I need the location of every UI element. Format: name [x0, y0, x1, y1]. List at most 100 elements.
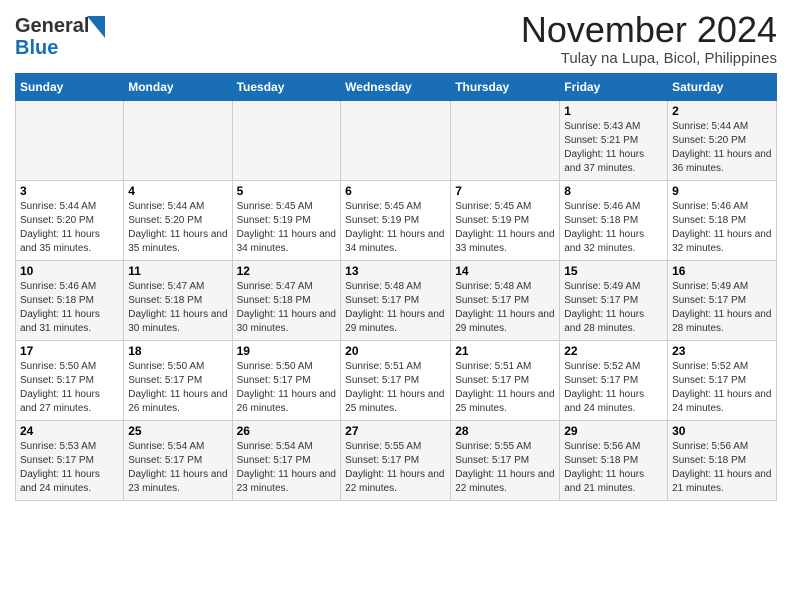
- calendar-day-cell: 14 Sunrise: 5:48 AM Sunset: 5:17 PM Dayli…: [451, 260, 560, 340]
- day-info: Sunrise: 5:49 AM Sunset: 5:17 PM Dayligh…: [672, 280, 772, 336]
- calendar-day-cell: 16 Sunrise: 5:49 AM Sunset: 5:17 PM Dayli…: [668, 260, 777, 340]
- day-number: 6: [345, 184, 446, 198]
- calendar-day-cell: 29 Sunrise: 5:56 AM Sunset: 5:18 PM Dayli…: [560, 420, 668, 500]
- day-info: Sunrise: 5:46 AM Sunset: 5:18 PM Dayligh…: [672, 200, 772, 256]
- calendar-day-cell: [232, 100, 341, 180]
- calendar-day-cell: [341, 100, 451, 180]
- calendar-day-cell: 4 Sunrise: 5:44 AM Sunset: 5:20 PM Daylig…: [124, 180, 232, 260]
- svg-text:General: General: [15, 15, 89, 37]
- month-title: November 2024: [521, 10, 777, 50]
- calendar-day-cell: [124, 100, 232, 180]
- day-info: Sunrise: 5:54 AM Sunset: 5:17 PM Dayligh…: [237, 440, 337, 496]
- day-info: Sunrise: 5:51 AM Sunset: 5:17 PM Dayligh…: [345, 360, 446, 416]
- calendar-day-cell: 24 Sunrise: 5:53 AM Sunset: 5:17 PM Dayli…: [16, 420, 124, 500]
- day-number: 8: [564, 184, 663, 198]
- day-info: Sunrise: 5:45 AM Sunset: 5:19 PM Dayligh…: [237, 200, 337, 256]
- calendar-day-cell: 28Sunrise: 5:55 AM Sunset: 5:17 PM Dayli…: [451, 420, 560, 500]
- day-of-week-header: Friday: [560, 73, 668, 100]
- calendar-week-row: 24 Sunrise: 5:53 AM Sunset: 5:17 PM Dayli…: [16, 420, 777, 500]
- calendar-week-row: 10 Sunrise: 5:46 AM Sunset: 5:18 PM Dayli…: [16, 260, 777, 340]
- calendar-day-cell: 12 Sunrise: 5:47 AM Sunset: 5:18 PM Dayli…: [232, 260, 341, 340]
- day-info: Sunrise: 5:47 AM Sunset: 5:18 PM Dayligh…: [128, 280, 227, 336]
- calendar-day-cell: 10 Sunrise: 5:46 AM Sunset: 5:18 PM Dayli…: [16, 260, 124, 340]
- day-of-week-header: Monday: [124, 73, 232, 100]
- day-info: Sunrise: 5:44 AM Sunset: 5:20 PM Dayligh…: [672, 120, 772, 176]
- day-number: 3: [20, 184, 119, 198]
- day-number: 23: [672, 344, 772, 358]
- calendar-day-cell: 5 Sunrise: 5:45 AM Sunset: 5:19 PM Daylig…: [232, 180, 341, 260]
- day-info: Sunrise: 5:53 AM Sunset: 5:17 PM Dayligh…: [20, 440, 119, 496]
- calendar-week-row: 3 Sunrise: 5:44 AM Sunset: 5:20 PM Daylig…: [16, 180, 777, 260]
- calendar-week-row: 1 Sunrise: 5:43 AM Sunset: 5:21 PM Daylig…: [16, 100, 777, 180]
- day-number: 21: [455, 344, 555, 358]
- day-of-week-header: Tuesday: [232, 73, 341, 100]
- day-number: 10: [20, 264, 119, 278]
- day-number: 26: [237, 424, 337, 438]
- day-info: Sunrise: 5:50 AM Sunset: 5:17 PM Dayligh…: [128, 360, 227, 416]
- title-section: November 2024 Tulay na Lupa, Bicol, Phil…: [521, 10, 777, 67]
- calendar-header-row: SundayMondayTuesdayWednesdayThursdayFrid…: [16, 73, 777, 100]
- day-info: Sunrise: 5:48 AM Sunset: 5:17 PM Dayligh…: [455, 280, 555, 336]
- day-info: Sunrise: 5:52 AM Sunset: 5:17 PM Dayligh…: [672, 360, 772, 416]
- day-info: Sunrise: 5:44 AM Sunset: 5:20 PM Dayligh…: [128, 200, 227, 256]
- day-of-week-header: Saturday: [668, 73, 777, 100]
- day-number: 2: [672, 104, 772, 118]
- calendar-day-cell: [451, 100, 560, 180]
- day-info: Sunrise: 5:47 AM Sunset: 5:18 PM Dayligh…: [237, 280, 337, 336]
- day-info: Sunrise: 5:55 AM Sunset: 5:17 PM Dayligh…: [345, 440, 446, 496]
- day-number: 30: [672, 424, 772, 438]
- calendar-day-cell: 8 Sunrise: 5:46 AM Sunset: 5:18 PM Daylig…: [560, 180, 668, 260]
- day-number: 29: [564, 424, 663, 438]
- day-of-week-header: Wednesday: [341, 73, 451, 100]
- day-number: 7: [455, 184, 555, 198]
- day-info: Sunrise: 5:51 AM Sunset: 5:17 PM Dayligh…: [455, 360, 555, 416]
- day-info: Sunrise: 5:54 AM Sunset: 5:17 PM Dayligh…: [128, 440, 227, 496]
- calendar-day-cell: 21 Sunrise: 5:51 AM Sunset: 5:17 PM Dayli…: [451, 340, 560, 420]
- calendar-day-cell: 27 Sunrise: 5:55 AM Sunset: 5:17 PM Dayli…: [341, 420, 451, 500]
- day-number: 27: [345, 424, 446, 438]
- calendar-day-cell: 26 Sunrise: 5:54 AM Sunset: 5:17 PM Dayli…: [232, 420, 341, 500]
- day-number: 18: [128, 344, 227, 358]
- day-info: Sunrise: 5:50 AM Sunset: 5:17 PM Dayligh…: [237, 360, 337, 416]
- svg-text:Blue: Blue: [15, 37, 58, 59]
- calendar-body: 1 Sunrise: 5:43 AM Sunset: 5:21 PM Daylig…: [16, 100, 777, 500]
- calendar-day-cell: 15 Sunrise: 5:49 AM Sunset: 5:17 PM Dayli…: [560, 260, 668, 340]
- calendar-day-cell: 19 Sunrise: 5:50 AM Sunset: 5:17 PM Dayli…: [232, 340, 341, 420]
- day-number: 15: [564, 264, 663, 278]
- day-number: 24: [20, 424, 119, 438]
- calendar-day-cell: 2 Sunrise: 5:44 AM Sunset: 5:20 PM Daylig…: [668, 100, 777, 180]
- day-number: 12: [237, 264, 337, 278]
- day-info: Sunrise: 5:48 AM Sunset: 5:17 PM Dayligh…: [345, 280, 446, 336]
- day-number: 19: [237, 344, 337, 358]
- day-number: 20: [345, 344, 446, 358]
- day-info: Sunrise: 5:49 AM Sunset: 5:17 PM Dayligh…: [564, 280, 663, 336]
- calendar-day-cell: [16, 100, 124, 180]
- day-number: 9: [672, 184, 772, 198]
- day-number: 4: [128, 184, 227, 198]
- day-number: 1: [564, 104, 663, 118]
- day-number: 5: [237, 184, 337, 198]
- day-number: 22: [564, 344, 663, 358]
- day-number: 16: [672, 264, 772, 278]
- day-info: Sunrise: 5:52 AM Sunset: 5:17 PM Dayligh…: [564, 360, 663, 416]
- calendar-day-cell: 7 Sunrise: 5:45 AM Sunset: 5:19 PM Daylig…: [451, 180, 560, 260]
- day-info: Sunrise: 5:44 AM Sunset: 5:20 PM Dayligh…: [20, 200, 119, 256]
- calendar-day-cell: 17Sunrise: 5:50 AM Sunset: 5:17 PM Dayli…: [16, 340, 124, 420]
- day-number: 14: [455, 264, 555, 278]
- location-title: Tulay na Lupa, Bicol, Philippines: [521, 50, 777, 67]
- day-info: Sunrise: 5:56 AM Sunset: 5:18 PM Dayligh…: [672, 440, 772, 496]
- day-info: Sunrise: 5:56 AM Sunset: 5:18 PM Dayligh…: [564, 440, 663, 496]
- day-of-week-header: Sunday: [16, 73, 124, 100]
- calendar-week-row: 17Sunrise: 5:50 AM Sunset: 5:17 PM Dayli…: [16, 340, 777, 420]
- day-info: Sunrise: 5:50 AM Sunset: 5:17 PM Dayligh…: [20, 360, 119, 416]
- calendar-day-cell: 18 Sunrise: 5:50 AM Sunset: 5:17 PM Dayli…: [124, 340, 232, 420]
- calendar-day-cell: 11Sunrise: 5:47 AM Sunset: 5:18 PM Dayli…: [124, 260, 232, 340]
- day-info: Sunrise: 5:45 AM Sunset: 5:19 PM Dayligh…: [455, 200, 555, 256]
- day-number: 25: [128, 424, 227, 438]
- calendar-table: SundayMondayTuesdayWednesdayThursdayFrid…: [15, 73, 777, 501]
- day-info: Sunrise: 5:45 AM Sunset: 5:19 PM Dayligh…: [345, 200, 446, 256]
- calendar-day-cell: 13Sunrise: 5:48 AM Sunset: 5:17 PM Dayli…: [341, 260, 451, 340]
- day-info: Sunrise: 5:46 AM Sunset: 5:18 PM Dayligh…: [564, 200, 663, 256]
- day-info: Sunrise: 5:43 AM Sunset: 5:21 PM Dayligh…: [564, 120, 663, 176]
- day-info: Sunrise: 5:46 AM Sunset: 5:18 PM Dayligh…: [20, 280, 119, 336]
